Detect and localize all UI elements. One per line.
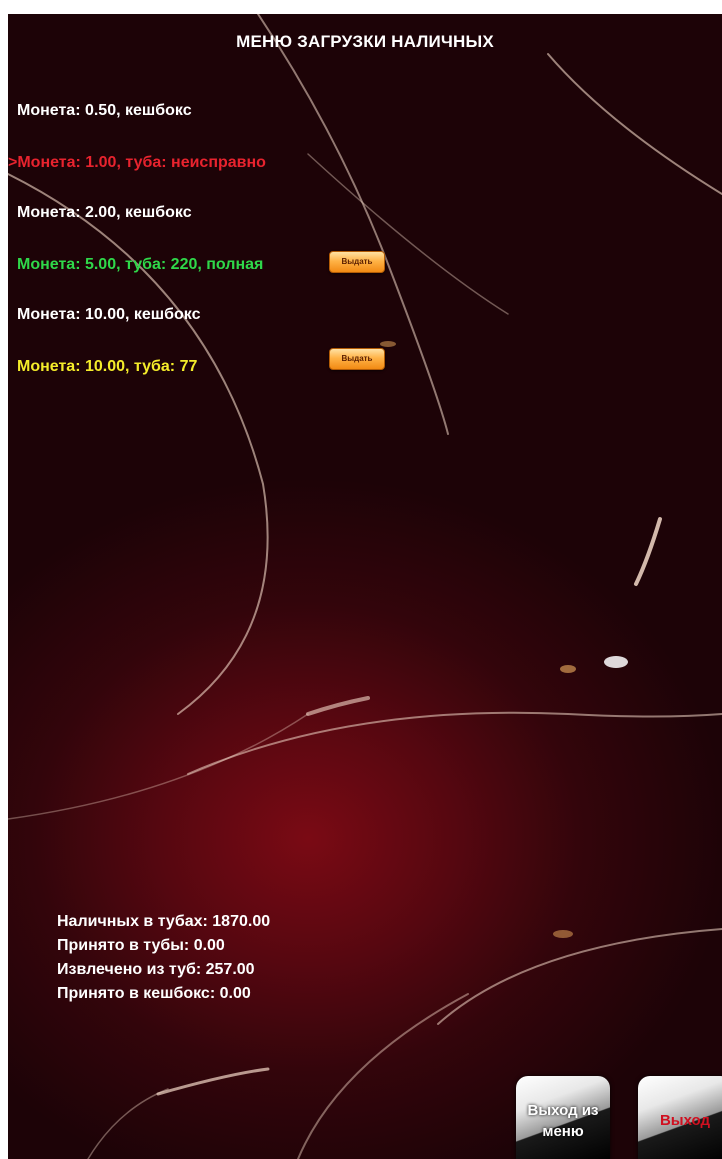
cash-statistics: Наличных в тубах: 1870.00 Принято в тубы… (57, 910, 270, 1006)
coin-row-5.00-tube-full: Монета: 5.00, туба: 220, полная (17, 253, 263, 277)
dispense-button-10.00[interactable]: Выдать (329, 348, 385, 370)
coin-row-10.00-tube: Монета: 10.00, туба: 77 (17, 355, 197, 379)
exit-button[interactable]: Выход (638, 1076, 722, 1159)
coin-row-1.00-tube-faulty[interactable]: >Монета: 1.00, туба: неисправно (8, 151, 266, 175)
exit-menu-button[interactable]: Выход из меню (516, 1076, 610, 1159)
coin-row-label: Монета: 2.00, кешбокс (17, 204, 192, 221)
coin-row-2.00-cashbox: Монета: 2.00, кешбокс (17, 201, 192, 225)
exit-menu-button-label: Выход из меню (516, 1100, 610, 1142)
exit-menu-label-line2: меню (542, 1123, 584, 1140)
stat-accepted-to-tubes: Принято в тубы: 0.00 (57, 937, 225, 954)
stat-extracted-from-tubes: Извлечено из туб: 257.00 (57, 961, 255, 978)
coin-row-0.50-cashbox: Монета: 0.50, кешбокс (17, 99, 192, 123)
coin-row-label: Монета: 5.00, туба: 220, полная (17, 256, 264, 273)
coin-row-label: Монета: 10.00, кешбокс (17, 306, 201, 323)
coin-row-label: >Монета: 1.00, туба: неисправно (8, 154, 266, 171)
exit-menu-label-line1: Выход из (527, 1102, 599, 1119)
page-title: МЕНЮ ЗАГРУЗКИ НАЛИЧНЫХ (236, 32, 494, 51)
stat-accepted-to-cashbox: Принято в кешбокс: 0.00 (57, 985, 251, 1002)
exit-button-label: Выход (659, 1112, 711, 1129)
cash-loading-screen: МЕНЮ ЗАГРУЗКИ НАЛИЧНЫХ Монета: 0.50, кеш… (8, 14, 722, 1159)
coin-row-label: Монета: 0.50, кешбокс (17, 102, 192, 119)
dispense-button-5.00[interactable]: Выдать (329, 251, 385, 273)
stat-cash-in-tubes: Наличных в тубах: 1870.00 (57, 913, 271, 930)
coin-row-10.00-cashbox: Монета: 10.00, кешбокс (17, 303, 200, 327)
coin-row-label: Монета: 10.00, туба: 77 (17, 358, 198, 375)
